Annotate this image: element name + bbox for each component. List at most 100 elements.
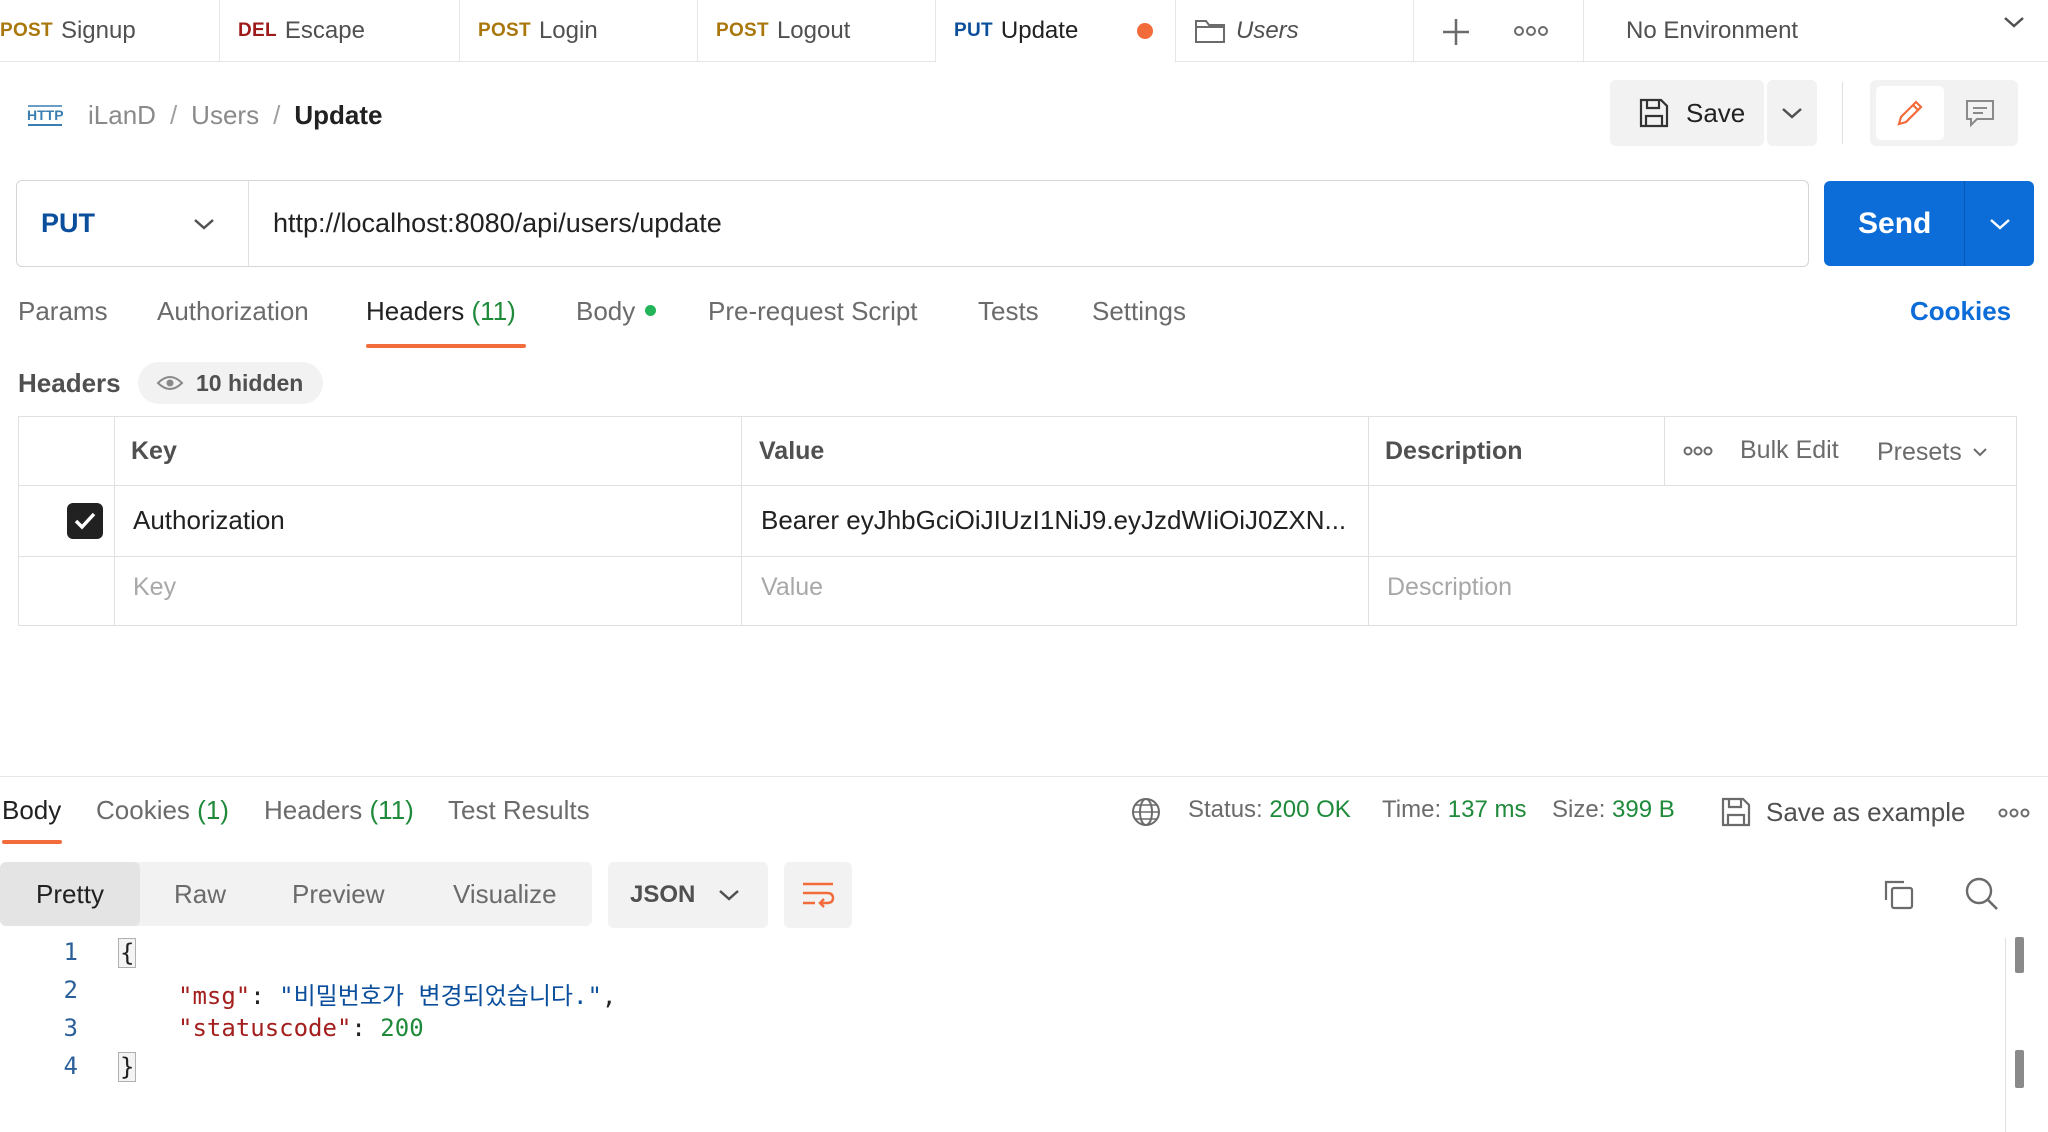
save-as-example-button[interactable]: Save as example [1720,794,1965,830]
code-line: "msg": "비밀번호가 변경되었습니다.", [178,982,617,1010]
code-line: } [118,1052,137,1082]
view-pretty[interactable]: Pretty [0,862,140,926]
format-select[interactable]: JSON [608,862,768,928]
code-line: "statuscode": 200 [178,1014,424,1042]
table-options-button[interactable] [1683,443,1713,459]
body-indicator-dot [645,304,657,316]
comments-button[interactable] [1948,86,2012,140]
editor-scrollbar-thumb[interactable] [2015,937,2024,973]
send-button[interactable]: Send [1824,181,2034,266]
divider [1842,82,1843,144]
response-size[interactable]: Size: 399 B [1552,796,1675,824]
breadcrumb-separator: / [273,99,281,130]
edit-mode-button[interactable] [1876,86,1944,140]
view-mode-toggle [1870,80,2018,146]
search-icon [1965,877,1998,910]
comment-icon [1966,100,1994,128]
active-tab-indicator [366,344,526,348]
url-input[interactable]: http://localhost:8080/api/users/update [273,181,1793,266]
tab-label: Escape [284,17,365,44]
tab-settings[interactable]: Settings [1092,296,1186,327]
save-options-button[interactable] [1767,80,1817,146]
json-string: "비밀번호가 변경되었습니다." [279,982,602,1010]
view-preview[interactable]: Preview [292,862,384,926]
response-options-button[interactable] [1998,805,2030,821]
header-enabled-checkbox[interactable] [67,503,103,539]
tab-tests[interactable]: Tests [978,296,1039,327]
view-visualize[interactable]: Visualize [453,862,557,926]
tab-signup[interactable]: POST Signup [0,0,220,62]
divider [19,556,2016,557]
breadcrumb: iLanD / Users / Update [88,96,382,134]
tab-login[interactable]: POST Login [460,0,698,62]
json-key: "statuscode" [178,1014,352,1042]
tab-method: POST [0,20,53,41]
eye-icon [156,376,184,390]
request-tab-strip: POST Signup DEL Escape POST Login POST L… [0,0,2048,63]
new-value-input[interactable]: Value [761,573,823,602]
environment-selector[interactable]: No Environment [1584,0,2048,62]
http-request-icon: HTTP [26,100,64,132]
status-label: Status: [1188,796,1263,823]
tab-label: Users [1236,17,1299,44]
copy-response-button[interactable] [1882,878,1916,912]
breadcrumb-collection[interactable]: Users [191,100,259,131]
tab-overflow-button[interactable] [1514,18,1548,44]
headers-count: (11) [471,296,516,326]
header-value-cell[interactable]: Bearer eyJhbGciOiJIUzI1NiJ9.eyJzdWIiOiJ0… [761,505,1346,536]
chevron-down-icon [1782,108,1802,119]
response-tab-test-results[interactable]: Test Results [448,795,590,826]
column-header-description: Description [1385,437,1523,465]
tab-method: DEL [238,20,277,41]
response-tab-cookies[interactable]: Cookies (1) [96,795,229,826]
send-options-button[interactable] [1965,181,2034,266]
header-key-cell[interactable]: Authorization [133,505,285,536]
tab-headers[interactable]: Headers (11) [366,296,516,327]
chevron-down-icon [1990,219,2010,230]
save-button[interactable]: Save [1610,80,1764,146]
search-response-button[interactable] [1964,876,2000,912]
cookies-link[interactable]: Cookies [1910,296,2011,327]
size-value: 399 B [1612,796,1675,823]
json-key: "msg" [178,982,251,1010]
save-icon [1639,98,1669,128]
tab-users-folder[interactable]: Users [1176,0,1414,62]
line-number: 3 [63,1014,78,1042]
send-label: Send [1858,206,1932,240]
svg-text:HTTP: HTTP [27,107,64,123]
editor-horizontal-scroll-marker[interactable] [2015,1050,2024,1088]
response-status[interactable]: Status: 200 OK [1188,796,1351,824]
response-time[interactable]: Time: 137 ms [1382,796,1526,824]
tab-label: Update [1000,17,1079,44]
size-label: Size: [1552,796,1606,823]
new-tab-button[interactable] [1440,16,1472,48]
tab-method: POST [478,20,531,41]
bulk-edit-button[interactable]: Bulk Edit [1740,436,1839,465]
response-tab-body[interactable]: Body [2,795,61,826]
breadcrumb-workspace[interactable]: iLanD [88,100,156,131]
tab-label: Logout [776,17,851,44]
tab-authorization[interactable]: Authorization [157,296,309,327]
response-tab-headers-label: Headers [264,795,363,825]
page-title[interactable]: Update [294,100,382,131]
new-description-input[interactable]: Description [1387,573,1512,602]
method-select[interactable]: PUT [17,181,249,266]
hidden-headers-toggle[interactable]: 10 hidden [138,362,324,404]
more-horizontal-icon [1998,808,2030,818]
new-key-input[interactable]: Key [133,573,176,602]
tab-update[interactable]: PUT Update [936,0,1176,63]
response-tab-headers[interactable]: Headers (11) [264,795,414,826]
divider [1368,417,1369,625]
divider [114,417,115,625]
presets-button[interactable]: Presets [1877,436,1988,468]
divider [1664,417,1665,485]
view-raw[interactable]: Raw [174,862,226,926]
headers-table: Key Value Description Bulk Edit Presets … [18,416,2017,626]
tab-escape[interactable]: DEL Escape [220,0,460,62]
tab-pre-request-script[interactable]: Pre-request Script [708,296,918,327]
tab-body[interactable]: Body [576,296,657,327]
tab-logout[interactable]: POST Logout [698,0,936,62]
wrap-lines-button[interactable] [784,862,852,928]
tab-params[interactable]: Params [18,296,108,327]
network-globe-icon[interactable] [1130,796,1162,828]
